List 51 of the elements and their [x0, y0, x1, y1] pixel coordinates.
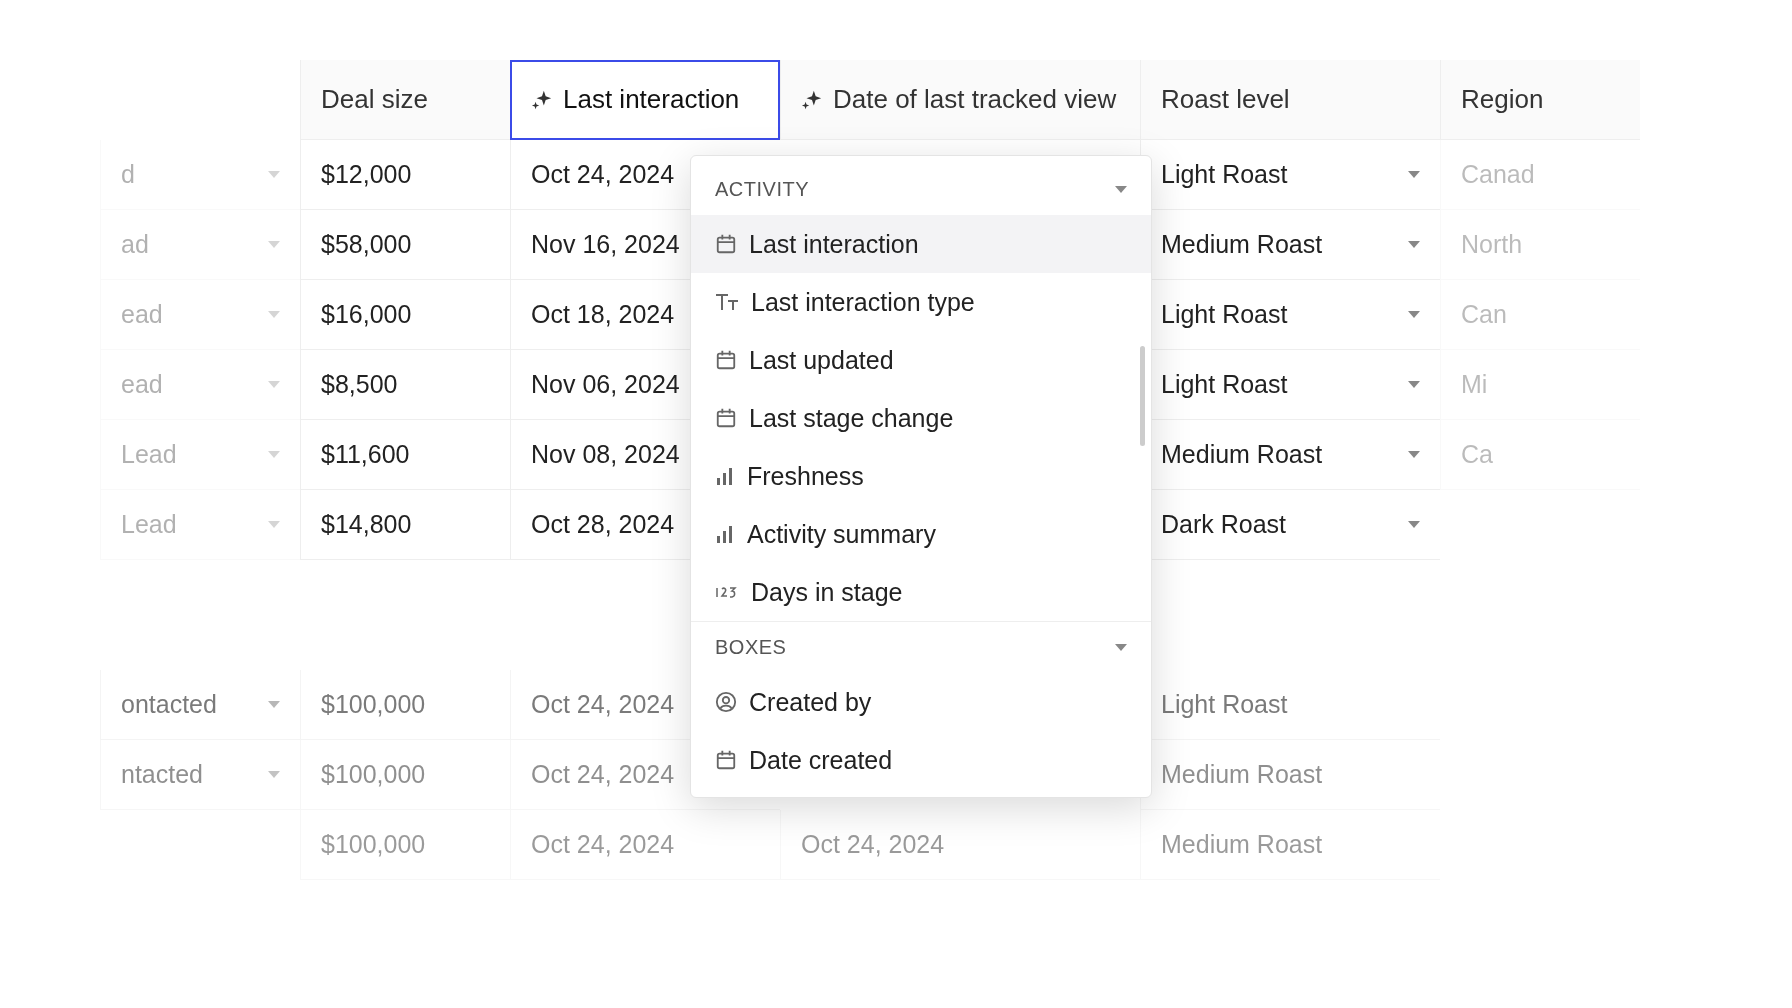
table-cell: Oct 24, 2024	[510, 810, 780, 880]
menu-item[interactable]: Last interaction	[691, 215, 1151, 273]
column-header[interactable]: Roast level	[1140, 60, 1440, 140]
caret-icon	[268, 770, 280, 779]
table-cell: Oct 24, 2024	[780, 810, 1140, 880]
column-header[interactable]: Last interaction	[510, 60, 780, 140]
caret-icon	[1408, 310, 1420, 319]
calendar-icon	[715, 407, 737, 429]
calendar-icon	[715, 749, 737, 771]
menu-item[interactable]: Days in stage	[691, 563, 1151, 621]
table-cell: $12,000	[300, 140, 510, 210]
caret-icon	[268, 170, 280, 179]
caret-icon	[1408, 380, 1420, 389]
table-cell: $8,500	[300, 350, 510, 420]
table-cell: Ca	[1440, 420, 1640, 490]
column-header[interactable]: Region	[1440, 60, 1640, 140]
bar-chart-icon	[715, 524, 735, 544]
calendar-icon	[715, 349, 737, 371]
table-cell: $100,000	[300, 810, 510, 880]
table-cell: $58,000	[300, 210, 510, 280]
caret-icon	[268, 700, 280, 709]
column-header[interactable]: Deal size	[300, 60, 510, 140]
table-cell: $100,000	[300, 740, 510, 810]
number-icon	[715, 586, 739, 598]
section-title: BOXES	[715, 636, 787, 659]
caret-icon	[1408, 170, 1420, 179]
caret-icon	[268, 450, 280, 459]
caret-icon	[1115, 643, 1127, 652]
caret-icon	[268, 240, 280, 249]
caret-icon	[268, 310, 280, 319]
column-header[interactable]: Date of last tracked view	[780, 60, 1140, 140]
caret-icon	[1115, 185, 1127, 194]
table-cell: Mi	[1440, 350, 1640, 420]
text-type-icon	[715, 292, 739, 312]
table-cell: $14,800	[300, 490, 510, 560]
table-cell: $100,000	[300, 670, 510, 740]
table-cell: $16,000	[300, 280, 510, 350]
table-cell: Medium Roast	[1140, 810, 1440, 880]
table-cell: Canad	[1440, 140, 1640, 210]
caret-icon	[1408, 520, 1420, 529]
calendar-icon	[715, 233, 737, 255]
bar-chart-icon	[715, 466, 735, 486]
caret-icon	[268, 520, 280, 529]
caret-icon	[1408, 240, 1420, 249]
status-cell[interactable]: ontacted	[100, 670, 300, 740]
table-cell: $11,600	[300, 420, 510, 490]
caret-icon	[268, 380, 280, 389]
table-cell: Can	[1440, 280, 1640, 350]
caret-icon	[1408, 450, 1420, 459]
table-cell: North	[1440, 210, 1640, 280]
user-icon	[715, 691, 737, 713]
